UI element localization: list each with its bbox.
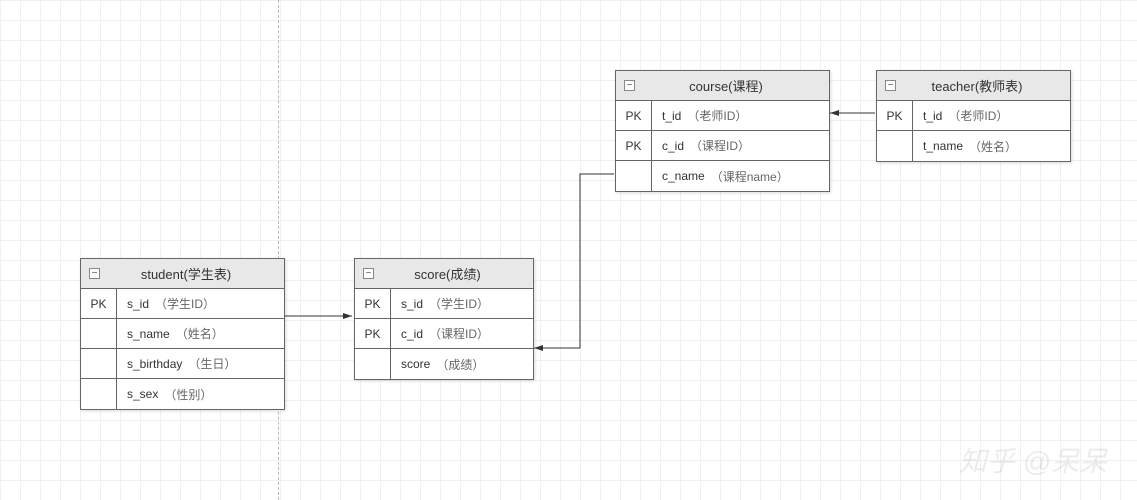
table-row: PK t_id （老师ID） — [616, 101, 829, 131]
entity-course: − course(课程) PK t_id （老师ID） PK c_id （课程I… — [615, 70, 830, 192]
table-row: PK c_id （课程ID） — [616, 131, 829, 161]
field-cell: score （成绩） — [391, 349, 533, 379]
collapse-icon[interactable]: − — [89, 268, 100, 279]
entity-teacher: − teacher(教师表) PK t_id （老师ID） t_name （姓名… — [876, 70, 1071, 162]
entity-student: − student(学生表) PK s_id （学生ID） s_name （姓名… — [80, 258, 285, 410]
watermark: 知乎 @呆呆 — [959, 440, 1107, 480]
table-row: PK s_id （学生ID） — [355, 289, 533, 319]
entity-header-teacher: − teacher(教师表) — [877, 71, 1070, 101]
entity-title: student(学生表) — [108, 264, 276, 283]
table-row: s_name （姓名） — [81, 319, 284, 349]
field-cell: c_id （课程ID） — [391, 319, 533, 348]
field-cell: s_birthday （生日） — [117, 349, 284, 378]
collapse-icon[interactable]: − — [363, 268, 374, 279]
table-row: PK s_id （学生ID） — [81, 289, 284, 319]
entity-score: − score(成绩) PK s_id （学生ID） PK c_id （课程ID… — [354, 258, 534, 380]
pk-cell — [355, 349, 391, 379]
pk-cell — [81, 319, 117, 348]
field-cell: c_name （课程name） — [652, 161, 829, 191]
entity-title: teacher(教师表) — [904, 76, 1062, 95]
field-cell: c_id （课程ID） — [652, 131, 829, 160]
pk-cell — [616, 161, 652, 191]
table-row: s_sex （性别） — [81, 379, 284, 409]
pk-cell: PK — [81, 289, 117, 318]
entity-header-score: − score(成绩) — [355, 259, 533, 289]
table-row: PK t_id （老师ID） — [877, 101, 1070, 131]
pk-cell: PK — [355, 319, 391, 348]
entity-header-course: − course(课程) — [616, 71, 829, 101]
pk-cell: PK — [355, 289, 391, 318]
pk-cell — [81, 349, 117, 378]
vertical-guide — [278, 0, 279, 500]
pk-cell: PK — [616, 131, 652, 160]
table-row: s_birthday （生日） — [81, 349, 284, 379]
entity-title: score(成绩) — [382, 264, 525, 283]
pk-cell — [877, 131, 913, 161]
field-cell: s_id （学生ID） — [117, 289, 284, 318]
field-cell: s_id （学生ID） — [391, 289, 533, 318]
field-cell: t_id （老师ID） — [652, 101, 829, 130]
field-cell: s_sex （性别） — [117, 379, 284, 409]
table-row: PK c_id （课程ID） — [355, 319, 533, 349]
collapse-icon[interactable]: − — [624, 80, 635, 91]
table-row: c_name （课程name） — [616, 161, 829, 191]
table-row: score （成绩） — [355, 349, 533, 379]
collapse-icon[interactable]: − — [885, 80, 896, 91]
table-row: t_name （姓名） — [877, 131, 1070, 161]
field-cell: t_name （姓名） — [913, 131, 1070, 161]
entity-header-student: − student(学生表) — [81, 259, 284, 289]
entity-title: course(课程) — [643, 76, 821, 95]
field-cell: t_id （老师ID） — [913, 101, 1070, 130]
field-cell: s_name （姓名） — [117, 319, 284, 348]
pk-cell: PK — [877, 101, 913, 130]
pk-cell: PK — [616, 101, 652, 130]
pk-cell — [81, 379, 117, 409]
